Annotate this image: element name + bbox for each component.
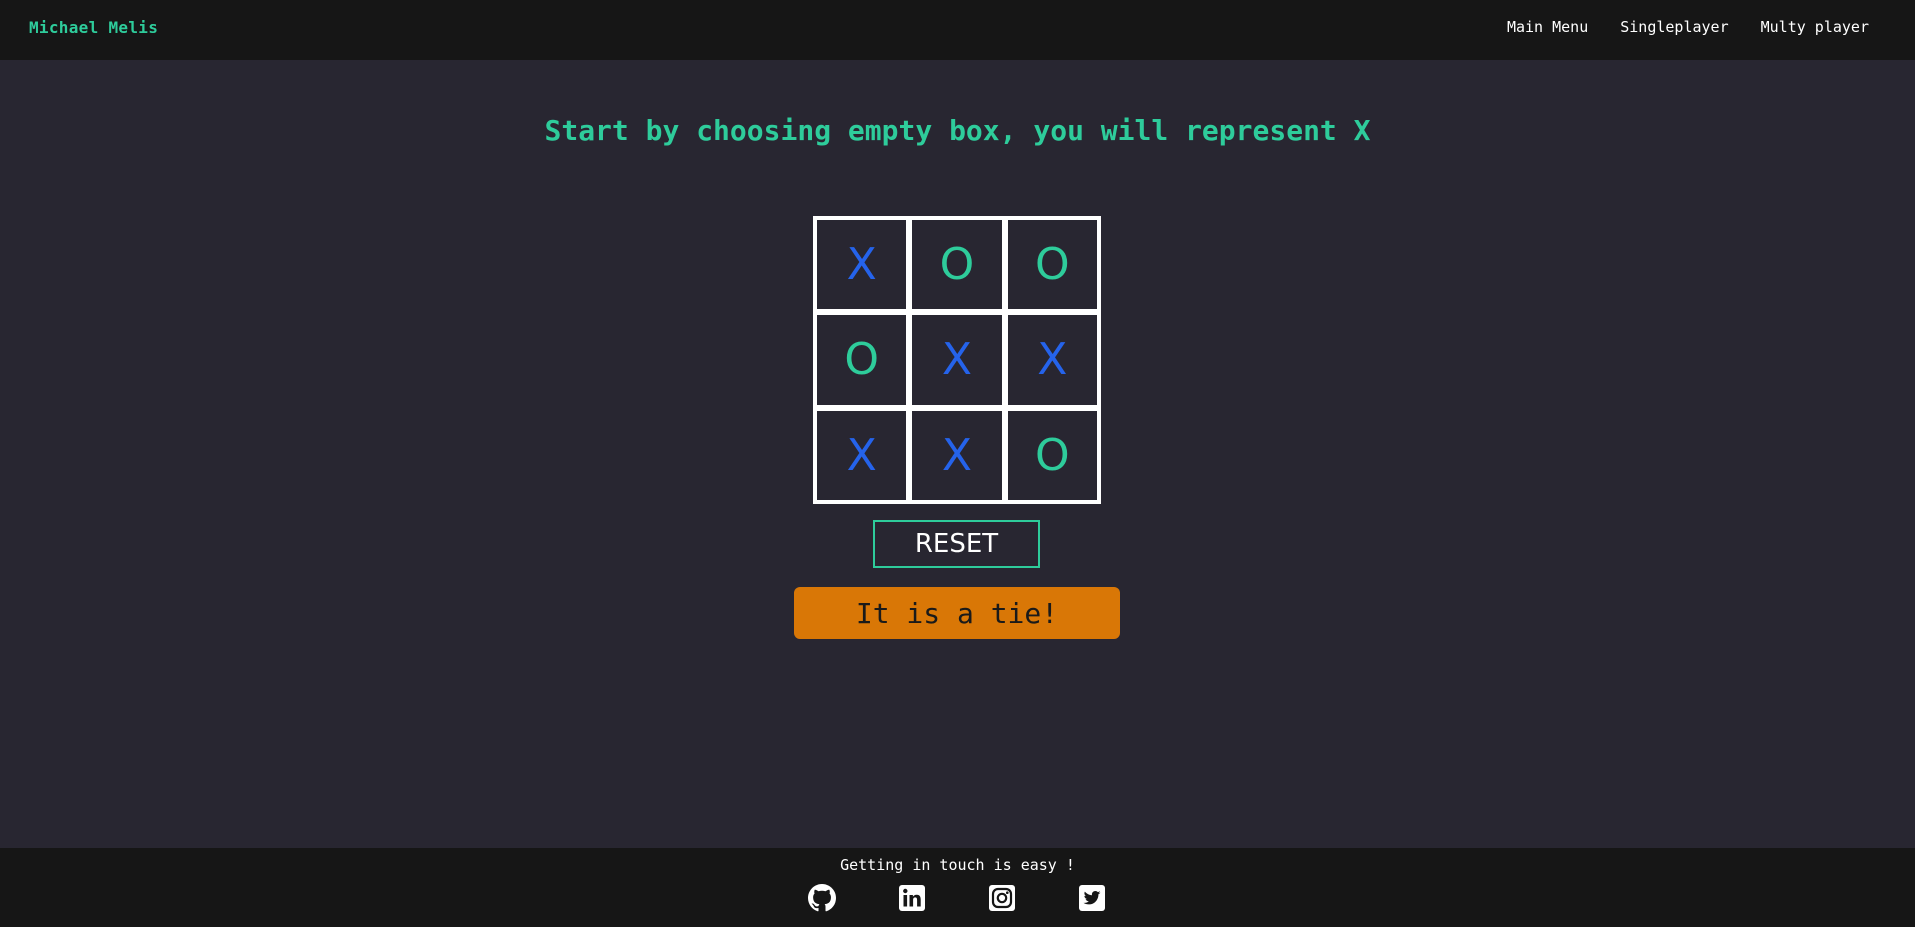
footer: Getting in touch is easy ! xyxy=(0,848,1915,927)
game-board: X O O O X X X X O xyxy=(813,216,1101,504)
nav-link-main-menu[interactable]: Main Menu xyxy=(1507,18,1588,36)
twitter-icon[interactable] xyxy=(1078,884,1106,912)
board-cell-1[interactable]: X xyxy=(817,220,907,310)
nav-links: Main Menu Singleplayer Multy player xyxy=(1507,18,1869,36)
github-icon[interactable] xyxy=(808,884,836,912)
nav-link-multiplayer[interactable]: Multy player xyxy=(1761,18,1869,36)
instruction-heading: Start by choosing empty box, you will re… xyxy=(544,114,1371,147)
board-cell-6[interactable]: X xyxy=(1007,315,1097,405)
board-cell-8[interactable]: X xyxy=(912,410,1002,500)
footer-text: Getting in touch is easy ! xyxy=(840,856,1075,874)
navbar: Michael Melis Main Menu Singleplayer Mul… xyxy=(0,0,1915,60)
instagram-icon[interactable] xyxy=(988,884,1016,912)
board-cell-2[interactable]: O xyxy=(912,220,1002,310)
brand-logo[interactable]: Michael Melis xyxy=(29,18,158,37)
board-cell-5[interactable]: X xyxy=(912,315,1002,405)
result-message: It is a tie! xyxy=(794,587,1120,639)
board-cell-7[interactable]: X xyxy=(817,410,907,500)
nav-link-singleplayer[interactable]: Singleplayer xyxy=(1620,18,1728,36)
reset-button[interactable]: RESET xyxy=(873,520,1040,568)
board-cell-3[interactable]: O xyxy=(1007,220,1097,310)
linkedin-icon[interactable] xyxy=(898,884,926,912)
social-links xyxy=(808,884,1106,912)
board-cell-9[interactable]: O xyxy=(1007,410,1097,500)
board-cell-4[interactable]: O xyxy=(817,315,907,405)
